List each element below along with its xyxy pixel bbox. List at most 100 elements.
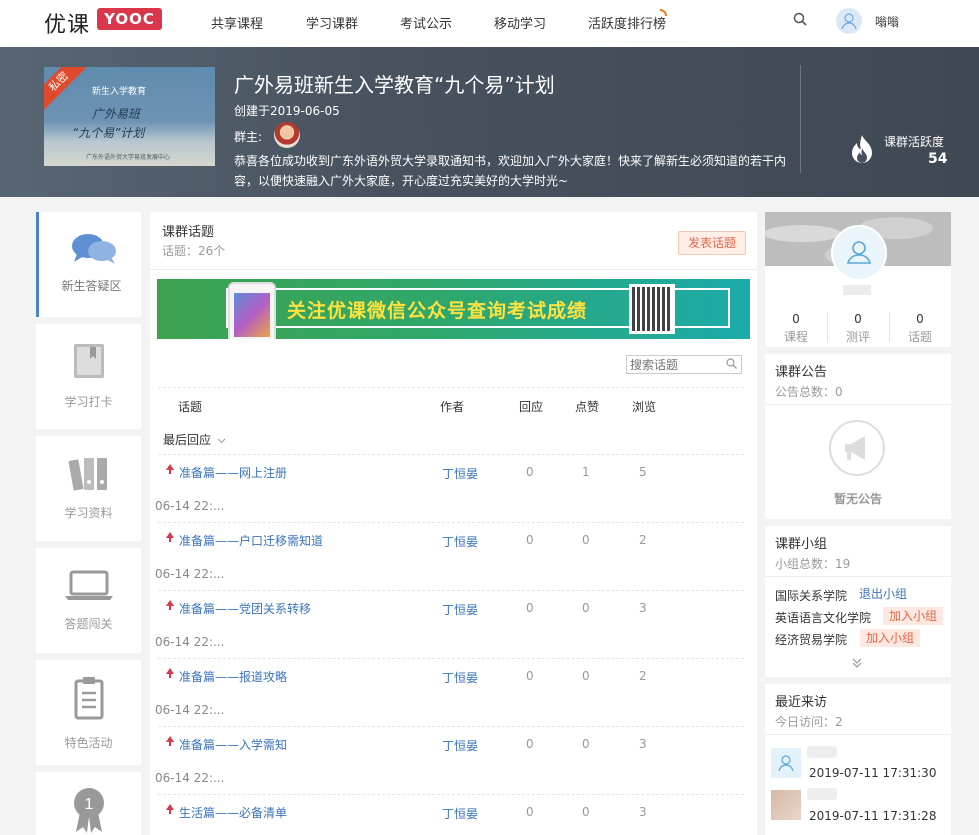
visitors-count: 今日访问：2 [775,715,843,729]
group-owner-avatar[interactable] [274,122,300,148]
topic-reply-count: 0 [526,601,534,615]
activity-value: 54 [928,151,948,167]
profile-avatar[interactable] [831,225,887,281]
group-name[interactable]: 经济贸易学院 [775,631,847,648]
column-header-like: 点赞 [575,400,600,414]
quit-group-button[interactable]: 退出小组 [853,585,913,603]
sort-dropdown[interactable]: 最后回应 [163,431,226,448]
topic-view-count: 3 [639,805,647,819]
topic-reply-count: 0 [526,737,534,751]
megaphone-icon [845,436,865,460]
topic-author-link[interactable]: 丁恒晏 [442,533,478,550]
flame-icon [852,135,872,163]
divider [150,269,757,270]
topic-view-count: 2 [639,669,647,683]
topic-reply-count: 0 [526,465,534,479]
search-icon[interactable] [793,12,807,26]
user-silhouette-icon [841,13,857,30]
nav-study-groups[interactable]: 学习课群 [306,13,358,32]
topic-time: 06-14 22:... [155,635,225,649]
stat-value: 0 [916,312,924,326]
stat-courses[interactable]: 0 课程 [765,312,827,345]
sidebar-item-qa[interactable]: 新生答疑区 [36,212,141,317]
stat-value: 0 [792,312,800,326]
profile-card: 0 课程 0 测评 0 话题 [765,212,951,347]
group-name[interactable]: 英语语言文化学院 [775,609,871,626]
logo-text[interactable]: 优课 [44,7,90,39]
ad-text: 关注优课微信公众号查询考试成绩 [287,300,588,322]
visitor-avatar[interactable] [771,748,801,778]
cover-line-3: “九个易”计划 [72,126,145,140]
sidebar-item-label: 新生答疑区 [61,279,122,293]
join-group-button[interactable]: 加入小组 [883,607,944,625]
banner-divider [800,65,801,173]
topic-search-input[interactable] [626,355,742,374]
rss-icon [660,9,667,16]
sidebar-item-awards[interactable]: 1 [36,772,141,835]
logo-badge[interactable]: YOOC [97,8,162,30]
stat-assessments[interactable]: 0 测评 [827,312,889,345]
notice-count: 公告总数：0 [775,385,843,399]
ad-banner[interactable]: 关注优课微信公众号查询考试成绩 [157,279,750,339]
nav-mobile-learning[interactable]: 移动学习 [494,13,546,32]
cover-line-4: 广东外语外贸大学易班发展中心 [86,154,171,161]
stat-label: 测评 [845,330,870,344]
sort-label: 最后回应 [163,433,212,447]
pin-up-icon [166,532,174,542]
topic-title-link[interactable]: 准备篇——党团关系转移 [179,600,311,617]
topic-title-link[interactable]: 生活篇——必备清单 [179,804,287,821]
nav-exam-notices[interactable]: 考试公示 [400,13,452,32]
topic-author-link[interactable]: 丁恒晏 [442,465,478,482]
visitor-name-blurred [807,788,837,800]
topic-title-link[interactable]: 准备篇——网上注册 [179,464,287,481]
stat-topics[interactable]: 0 话题 [889,312,951,345]
sidebar-item-checkin[interactable]: 学习打卡 [36,324,141,429]
visitor-time: 2019-07-11 17:31:30 [809,766,937,780]
topic-title-link[interactable]: 准备篇——报道攻略 [179,668,287,685]
visitor-avatar[interactable] [771,790,801,820]
topic-author-link[interactable]: 丁恒晏 [442,737,478,754]
award-ribbon-icon: 1 [74,788,104,833]
user-name[interactable]: 嗡嗡 [875,13,899,30]
stat-label: 课程 [783,330,808,344]
post-topic-button[interactable]: 发表话题 [678,231,746,255]
double-chevron-down-icon[interactable] [851,657,863,669]
nav-shared-courses[interactable]: 共享课程 [211,13,263,32]
topic-title-link[interactable]: 准备篇——户口迁移需知道 [179,532,323,549]
sidebar-item-label: 学习打卡 [64,395,113,409]
topics-title: 课群话题 [162,225,215,240]
bookmark-book-icon [74,344,104,378]
nav-activity-ranking[interactable]: 活跃度排行榜 [588,13,666,32]
column-header-view: 浏览 [632,400,657,414]
topic-author-link[interactable]: 丁恒晏 [442,805,478,822]
group-title: 广外易班新生入学教育“九个易”计划 [234,73,555,97]
topic-like-count: 0 [582,601,590,615]
sidebar-item-activities[interactable]: 特色活动 [36,660,141,765]
sidebar-item-quiz[interactable]: 答题闯关 [36,548,141,653]
phone-screen [234,293,270,337]
divider [158,522,744,523]
divider [765,734,951,735]
divider [765,404,951,405]
topic-reply-count: 0 [526,669,534,683]
topic-author-link[interactable]: 丁恒晏 [442,601,478,618]
pin-up-icon [166,600,174,610]
topic-title-link[interactable]: 准备篇——入学需知 [179,736,287,753]
divider [765,576,951,577]
chat-bubbles-icon [72,234,116,264]
topic-reply-count: 0 [526,533,534,547]
search-icon[interactable] [726,358,737,369]
topic-view-count: 3 [639,601,647,615]
topic-like-count: 0 [582,669,590,683]
group-name[interactable]: 国际关系学院 [775,587,847,604]
topic-view-count: 3 [639,737,647,751]
user-avatar[interactable] [836,8,862,34]
topics-panel: 课群话题 话题：26个 发表话题 关注优课微信公众号查询考试成绩 话题 作者 回… [150,212,757,835]
user-silhouette-icon [846,241,872,264]
notice-title: 课群公告 [775,365,828,380]
join-group-button[interactable]: 加入小组 [860,629,921,647]
topic-author-link[interactable]: 丁恒晏 [442,669,478,686]
topic-like-count: 1 [582,465,590,479]
sidebar-item-materials[interactable]: 学习资料 [36,436,141,541]
topics-count: 话题：26个 [162,244,226,258]
